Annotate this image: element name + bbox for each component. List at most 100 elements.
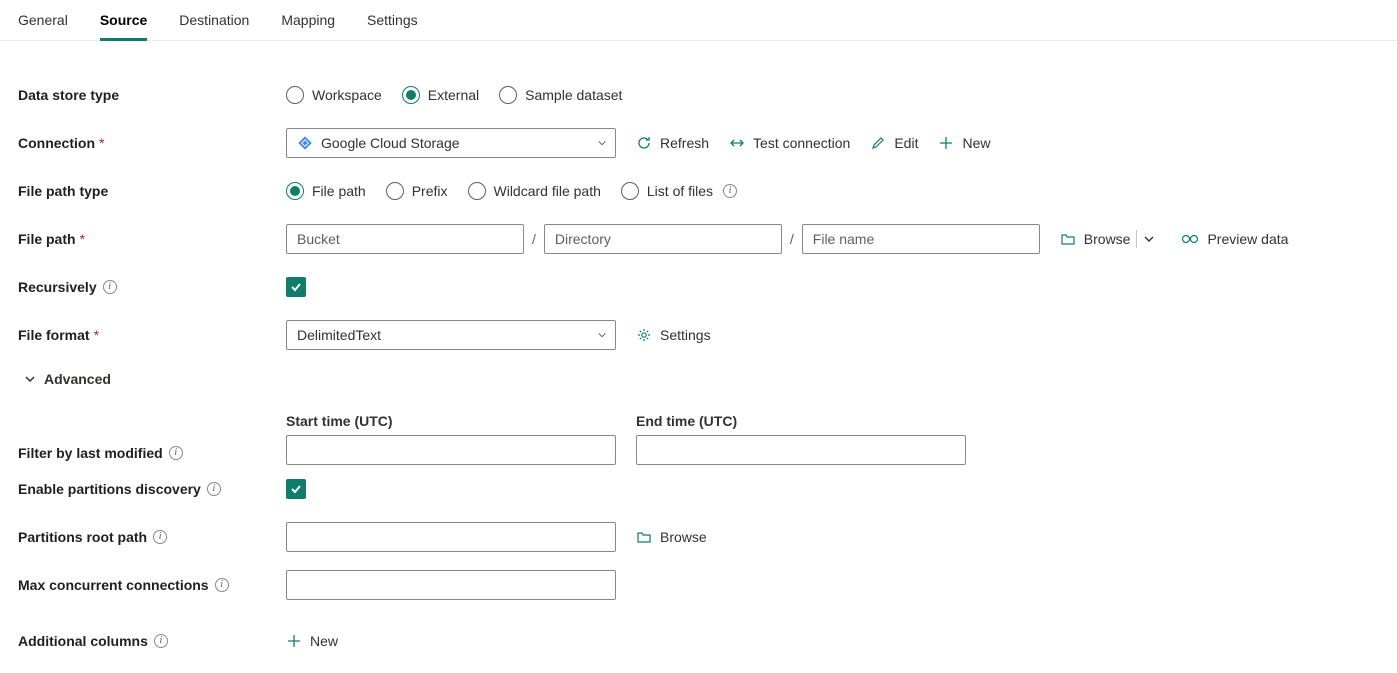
required-marker: * [99,135,104,151]
radio-label: List of files [647,183,713,199]
file-name-input[interactable] [802,224,1040,254]
label-text: Max concurrent connections [18,577,209,593]
info-icon[interactable]: i [154,634,168,648]
info-icon[interactable]: i [215,578,229,592]
browse-button[interactable]: Browse [1060,231,1131,247]
partitions-discovery-checkbox[interactable] [286,479,306,499]
required-marker: * [80,231,85,247]
action-label: Refresh [660,135,709,151]
radio-wildcard[interactable]: Wildcard file path [468,182,601,200]
partitions-browse-button[interactable]: Browse [636,529,707,545]
radio-label: External [428,87,479,103]
label-text: Recursively [18,279,97,295]
format-settings-button[interactable]: Settings [636,327,711,343]
folder-icon [636,529,652,545]
preview-icon [1181,231,1199,247]
path-separator: / [530,231,538,247]
radio-circle-icon [286,182,304,200]
chevron-down-icon [1143,233,1155,245]
file-format-dropdown[interactable]: DelimitedText [286,320,616,350]
label-max-concurrent-connections: Max concurrent connections i [18,577,286,593]
radio-label: Sample dataset [525,87,622,103]
label-file-format: File format * [18,327,286,343]
test-connection-button[interactable]: Test connection [729,135,850,151]
edit-button[interactable]: Edit [870,135,918,151]
connection-value: Google Cloud Storage [321,135,460,151]
action-label: Browse [1084,231,1131,247]
preview-data-button[interactable]: Preview data [1181,231,1288,247]
connection-dropdown[interactable]: Google Cloud Storage [286,128,616,158]
radio-circle-icon [468,182,486,200]
tab-general[interactable]: General [18,2,68,41]
advanced-toggle[interactable]: Advanced [18,359,111,393]
new-connection-button[interactable]: New [938,135,990,151]
file-format-value: DelimitedText [297,327,381,343]
radio-label: Prefix [412,183,448,199]
action-label: New [962,135,990,151]
max-concurrent-connections-input[interactable] [286,570,616,600]
radio-workspace[interactable]: Workspace [286,86,382,104]
directory-input[interactable] [544,224,782,254]
tab-source[interactable]: Source [100,2,147,41]
recursively-checkbox[interactable] [286,277,306,297]
chevron-down-icon [597,138,607,148]
folder-icon [1060,231,1076,247]
tab-destination[interactable]: Destination [179,2,249,41]
partitions-root-path-input[interactable] [286,522,616,552]
radio-circle-icon [499,86,517,104]
tab-mapping[interactable]: Mapping [281,2,335,41]
action-label: New [310,633,338,649]
checkmark-icon [289,482,303,496]
label-text: Partitions root path [18,529,147,545]
label-connection: Connection * [18,135,286,151]
new-column-button[interactable]: New [286,633,338,649]
radio-label: File path [312,183,366,199]
divider [1136,230,1137,248]
action-label: Settings [660,327,711,343]
gear-icon [636,327,652,343]
advanced-label: Advanced [44,371,111,387]
label-partitions-root-path: Partitions root path i [18,529,286,545]
label-text: File format [18,327,90,343]
path-separator: / [788,231,796,247]
info-icon[interactable]: i [207,482,221,496]
radio-circle-icon [386,182,404,200]
gcs-icon [297,135,313,151]
action-label: Edit [894,135,918,151]
bucket-input[interactable] [286,224,524,254]
label-recursively: Recursively i [18,279,286,295]
action-label: Test connection [753,135,850,151]
label-filter-by-last-modified: Filter by last modified i [18,445,286,465]
chevron-down-icon [597,330,607,340]
refresh-button[interactable]: Refresh [636,135,709,151]
label-text: Enable partitions discovery [18,481,201,497]
label-data-store-type: Data store type [18,87,286,103]
radio-prefix[interactable]: Prefix [386,182,448,200]
info-icon[interactable]: i [723,184,737,198]
radio-sample-dataset[interactable]: Sample dataset [499,86,622,104]
radio-external[interactable]: External [402,86,479,104]
info-icon[interactable]: i [153,530,167,544]
label-end-time: End time (UTC) [636,413,966,435]
label-text: Connection [18,135,95,151]
label-file-path: File path * [18,231,286,247]
test-connection-icon [729,135,745,151]
source-form: Data store type Workspace External Sampl… [0,41,1397,667]
radio-list-of-files[interactable]: List of files i [621,182,737,200]
plus-icon [938,135,954,151]
radio-circle-icon [621,182,639,200]
tab-settings[interactable]: Settings [367,2,418,41]
end-time-input[interactable] [636,435,966,465]
info-icon[interactable]: i [103,280,117,294]
radio-file-path[interactable]: File path [286,182,366,200]
browse-more-button[interactable] [1143,233,1155,245]
start-time-input[interactable] [286,435,616,465]
label-text: Additional columns [18,633,148,649]
action-label: Preview data [1207,231,1288,247]
action-label: Browse [660,529,707,545]
radio-circle-icon [286,86,304,104]
radio-label: Workspace [312,87,382,103]
tab-bar: General Source Destination Mapping Setti… [0,0,1397,41]
info-icon[interactable]: i [169,446,183,460]
plus-icon [286,633,302,649]
